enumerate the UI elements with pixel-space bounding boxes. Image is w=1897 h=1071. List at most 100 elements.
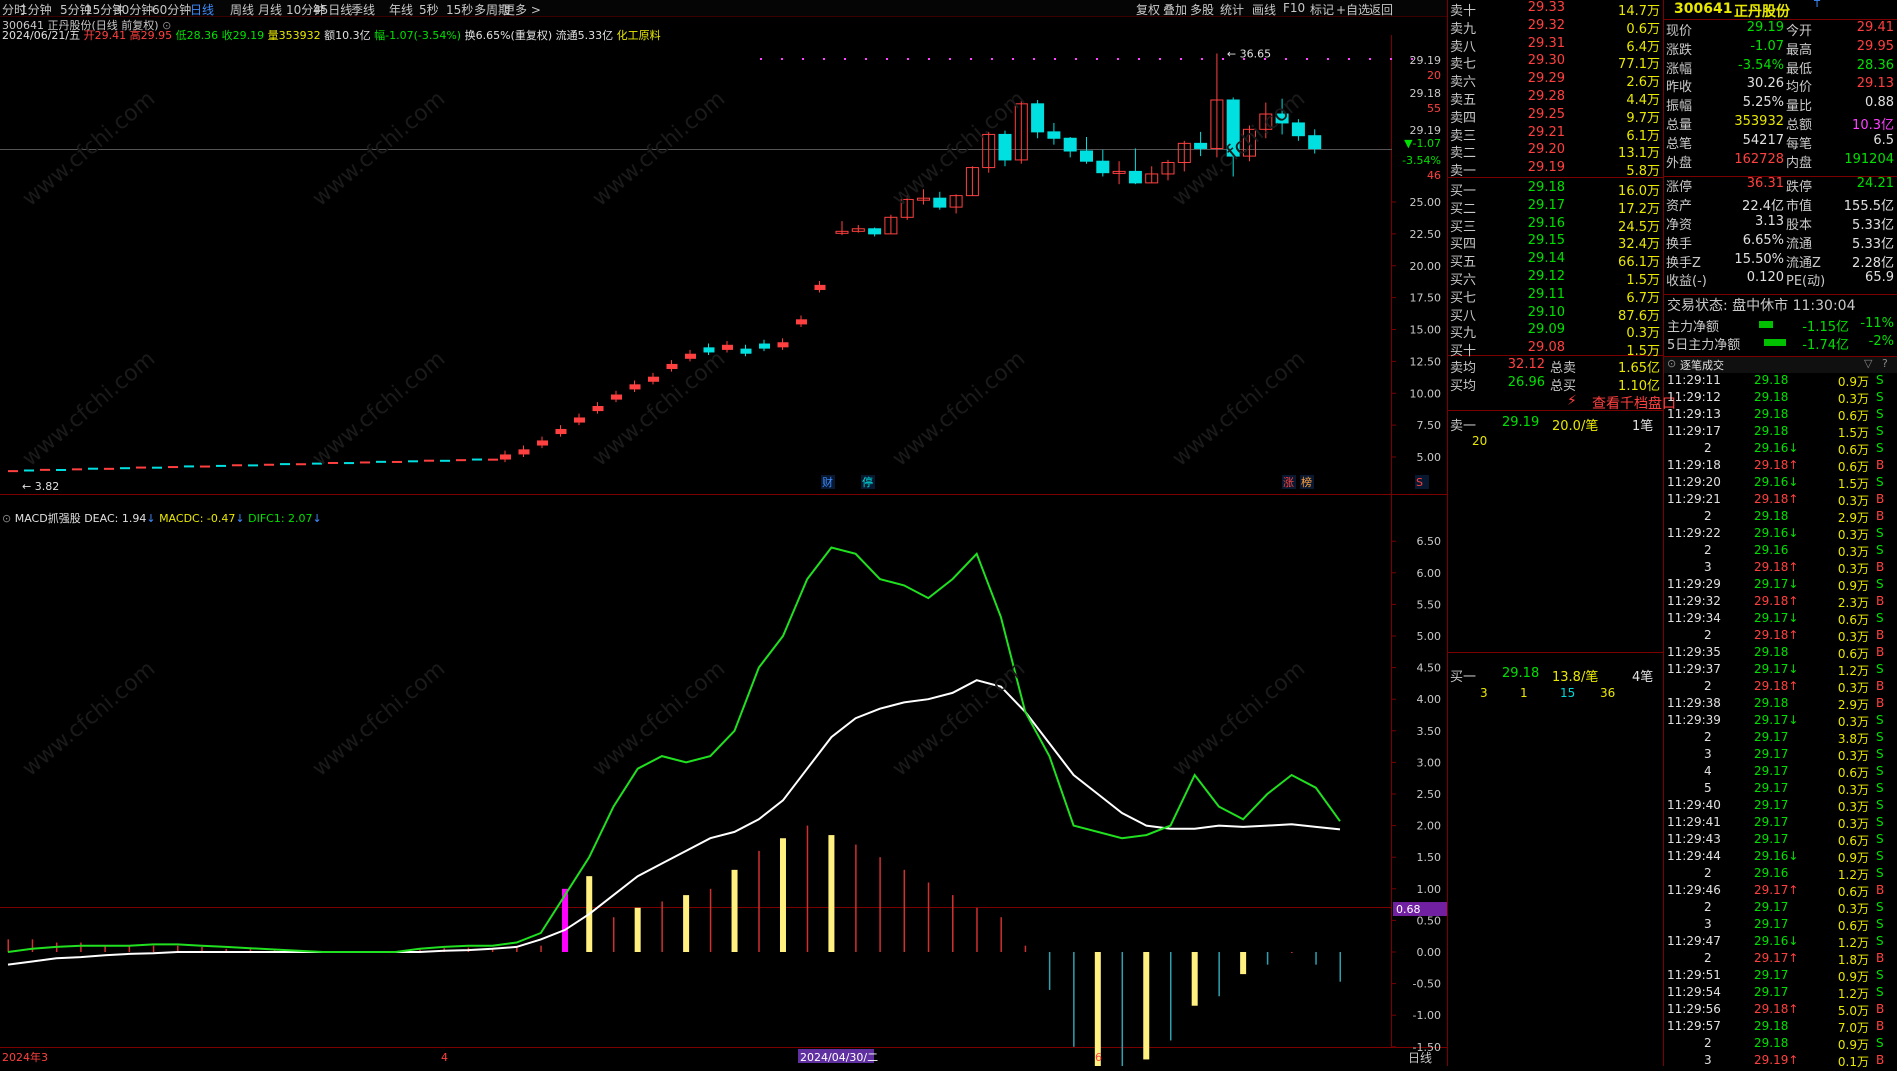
macd-bar — [1143, 952, 1150, 1060]
toolbar-button[interactable]: F10 — [1283, 1, 1305, 15]
tab-period[interactable]: 年线 — [389, 1, 413, 18]
tab-period[interactable]: 15秒 — [446, 1, 473, 18]
tab-period[interactable]: 日线 — [190, 1, 214, 18]
ask-price[interactable]: 29.20 — [1505, 142, 1565, 160]
tab-period[interactable]: 45日线 — [313, 1, 352, 18]
event-marker[interactable]: 榜 — [1301, 475, 1312, 489]
candle-body[interactable] — [1128, 170, 1142, 184]
candle-body[interactable] — [1291, 122, 1305, 137]
candle-body — [685, 353, 696, 359]
bid-price[interactable]: 29.08 — [1505, 340, 1565, 358]
date-axis-label: 6 — [1095, 1051, 1102, 1064]
candle-body — [360, 461, 370, 464]
tick-volume: 0.3万 — [1837, 545, 1869, 559]
toolbar-button[interactable]: 多股 — [1190, 1, 1214, 18]
candle-body — [184, 465, 194, 468]
ask-volume: 2.6万 — [1626, 75, 1660, 91]
candle-body[interactable] — [933, 197, 947, 208]
event-marker[interactable]: 停 — [862, 475, 873, 489]
candle-body[interactable] — [1080, 150, 1093, 162]
price-top-label: 29.19 — [1410, 54, 1442, 67]
macd-axis-label: 1.50 — [1417, 851, 1442, 864]
ask-price[interactable]: 29.33 — [1505, 0, 1565, 18]
ticks-filter-icon[interactable]: ▽ — [1864, 357, 1872, 370]
stat-value: 353932 — [1734, 114, 1784, 129]
event-marker[interactable]: S — [1416, 476, 1423, 489]
toolbar-button[interactable]: 画线 — [1252, 1, 1276, 18]
period-label[interactable]: 日线 — [1408, 1051, 1432, 1065]
stat-label: 跌停 — [1786, 180, 1813, 196]
ask-price[interactable]: 29.21 — [1505, 125, 1565, 143]
tick-volume: 0.1万 — [1837, 1055, 1869, 1069]
tab-period[interactable]: 60分钟 — [152, 1, 191, 18]
ask-price[interactable]: 29.28 — [1505, 89, 1565, 107]
ask-price[interactable]: 29.32 — [1505, 18, 1565, 36]
candle-body[interactable] — [1031, 103, 1045, 133]
bid-price[interactable]: 29.10 — [1505, 305, 1565, 323]
macd-bar — [1094, 952, 1101, 1066]
candle-body — [40, 468, 50, 471]
macd-bar — [634, 907, 641, 952]
ask-price[interactable]: 29.31 — [1505, 36, 1565, 54]
candle-body[interactable] — [1063, 137, 1077, 152]
tab-period[interactable]: 1分钟 — [20, 1, 52, 18]
ask-price[interactable]: 29.25 — [1505, 107, 1565, 125]
stat-label: 昨收 — [1666, 80, 1693, 96]
macd-bar — [1000, 917, 1002, 952]
ticks-collapse-icon[interactable]: ⊙ — [1667, 357, 1676, 370]
event-marker[interactable]: 财 — [822, 475, 833, 489]
bid-price[interactable]: 29.17 — [1505, 198, 1565, 216]
tab-period[interactable]: 季线 — [351, 1, 375, 18]
indicator-name[interactable]: MACD抓强股 — [15, 512, 81, 525]
ask-price[interactable]: 29.30 — [1505, 53, 1565, 71]
candle-body[interactable] — [1308, 135, 1322, 150]
bid-price[interactable]: 29.16 — [1505, 216, 1565, 234]
tick-time: 11:29:37 — [1667, 662, 1721, 676]
macd-bar — [855, 844, 857, 952]
tick-time: 11:29:41 — [1667, 815, 1721, 829]
toolbar-button[interactable]: 返回 — [1369, 1, 1393, 18]
bid-volume: 32.4万 — [1618, 237, 1660, 253]
toolbar-button[interactable]: +自选 — [1336, 1, 1370, 18]
candle-body[interactable] — [1194, 142, 1208, 149]
bid-label: 买四 — [1450, 237, 1477, 253]
tab-period[interactable]: 周线 — [230, 1, 254, 18]
tick-volume: 0.9万 — [1837, 375, 1869, 389]
candle-body[interactable] — [1047, 131, 1061, 139]
tick-time: 2 — [1704, 509, 1712, 523]
chart-area[interactable]: 300641 正丹股份(日线 前复权) ⊙ 2024/06/21/五 开29.4… — [0, 17, 1447, 1066]
toolbar-button[interactable]: 标记 — [1310, 1, 1334, 18]
toolbar-button[interactable]: 统计 — [1220, 1, 1244, 18]
tab-period[interactable]: 更多 > — [503, 1, 541, 18]
tick-time: 11:29:34 — [1667, 611, 1721, 625]
ask-price[interactable]: 29.19 — [1505, 160, 1565, 178]
tab-period[interactable]: 5秒 — [419, 1, 439, 18]
bid-price[interactable]: 29.09 — [1505, 322, 1565, 340]
toolbar-button[interactable]: 复权 — [1136, 1, 1160, 18]
candle-body[interactable] — [868, 228, 882, 235]
event-marker[interactable]: 涨 — [1283, 476, 1294, 489]
stat-label: 市值 — [1786, 199, 1813, 215]
ask-price[interactable]: 29.29 — [1505, 71, 1565, 89]
tab-period[interactable]: 月线 — [258, 1, 282, 18]
tick-volume: 7.0万 — [1837, 1021, 1869, 1035]
toolbar-button[interactable]: 叠加 — [1163, 1, 1187, 18]
candle-body[interactable] — [998, 133, 1012, 161]
bid-price[interactable]: 29.14 — [1505, 251, 1565, 269]
bid-price[interactable]: 29.15 — [1505, 233, 1565, 251]
tick-time: 11:29:13 — [1667, 407, 1721, 421]
ticks-help-icon[interactable]: ? — [1882, 357, 1888, 370]
candlestick-chart[interactable]: 25.00 22.50 20.00 17.50 15.00 12.50 10.00 7.50 5… — [0, 17, 1447, 1066]
tab-period[interactable]: 30分钟 — [114, 1, 153, 18]
macd-bar — [1266, 952, 1269, 965]
macd-axis-label: 6.00 — [1417, 567, 1442, 580]
bid-price[interactable]: 29.11 — [1505, 287, 1565, 305]
signal-dot — [886, 58, 888, 60]
indicator-menu-icon[interactable]: ⊙ — [2, 512, 11, 525]
depth-link[interactable]: 查看千档盘口 — [1592, 393, 1676, 412]
signal-dot — [1096, 58, 1098, 60]
bid-label: 买五 — [1450, 255, 1477, 271]
bid-price[interactable]: 29.18 — [1505, 180, 1565, 198]
bid-price[interactable]: 29.12 — [1505, 269, 1565, 287]
candle-body[interactable] — [1096, 160, 1110, 174]
